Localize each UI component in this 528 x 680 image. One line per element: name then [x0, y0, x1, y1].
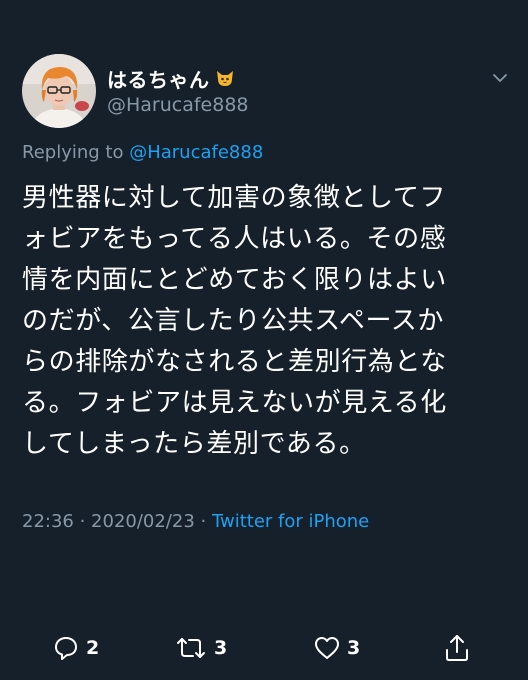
tweet-text-line: のだが、公言したり公共スペースか	[22, 306, 444, 336]
replying-to-label: Replying to	[22, 142, 124, 163]
tweet-text-line: 情を内面にとどめておく限りはよい	[22, 265, 447, 295]
reply-icon	[55, 637, 77, 660]
like-button[interactable]: 3	[313, 628, 360, 668]
tweet-date: 2020/02/23	[91, 511, 195, 532]
tweet-text-line: 男性器に対して加害の象徴としてフ	[22, 183, 447, 213]
replying-to: Replying to @Harucafe888	[22, 142, 263, 163]
share-button[interactable]	[443, 628, 471, 668]
meta-separator: ·	[194, 511, 212, 532]
user-names: はるちゃん @Harucafe888	[107, 64, 249, 117]
user-handle[interactable]: @Harucafe888	[107, 94, 249, 116]
share-icon	[446, 635, 468, 661]
like-count: 3	[347, 637, 361, 659]
display-name-row: はるちゃん	[107, 64, 249, 92]
cat-face-icon	[214, 67, 236, 89]
action-bar: 2 3 3	[0, 628, 528, 668]
display-name[interactable]: はるちゃん	[107, 64, 210, 93]
tweet-text-line: ォビアをもってる人はいる。その感	[22, 224, 447, 254]
tweet-text-line: らの排除がなされると差別行為とな	[22, 347, 447, 377]
tweet-detail: はるちゃん @Harucafe888 Replying to @Harucafe…	[0, 0, 528, 680]
retweet-count: 3	[214, 637, 228, 659]
tweet-header: はるちゃん @Harucafe888	[22, 54, 510, 132]
tweet-source-link[interactable]: Twitter for iPhone	[212, 511, 369, 532]
reply-mention-link[interactable]: @Harucafe888	[129, 142, 263, 163]
retweet-button[interactable]: 3	[174, 628, 227, 668]
avatar-image	[22, 54, 96, 128]
reply-count: 2	[86, 637, 100, 659]
reply-button[interactable]: 2	[52, 628, 99, 668]
tweet-text-line: る。フォビアは見えないが見える化	[22, 388, 447, 418]
tweet-text-line: してしまったら差別である。	[22, 429, 366, 459]
meta-separator: ·	[73, 511, 92, 532]
tweet-time: 22:36	[22, 511, 74, 532]
retweet-icon	[177, 638, 205, 658]
tweet-text: 男性器に対して加害の象徴としてフ ォビアをもってる人はいる。その感 情を内面にと…	[22, 178, 502, 465]
tweet-meta: 22:36 · 2020/02/23 · Twitter for iPhone	[22, 511, 369, 532]
avatar[interactable]	[22, 54, 96, 128]
heart-icon	[315, 637, 339, 659]
chevron-down-icon[interactable]	[490, 68, 510, 88]
